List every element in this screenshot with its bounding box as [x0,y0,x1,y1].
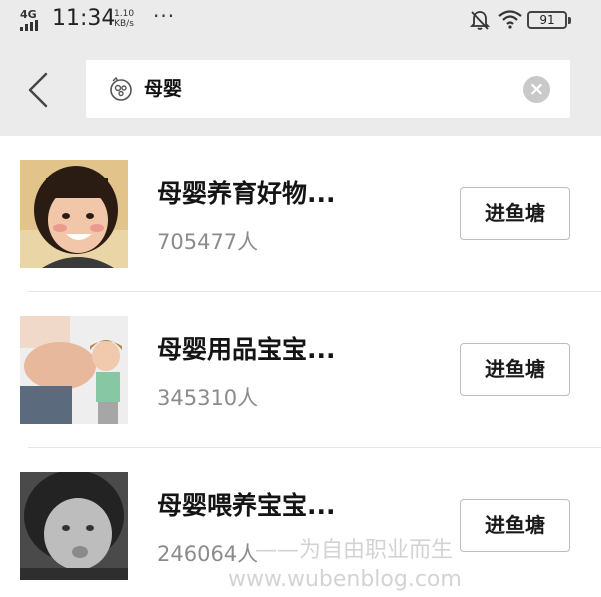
network-speed-unit: KB/s [114,19,134,29]
status-time: 11:34 [52,6,116,31]
back-arrow-icon[interactable] [22,70,58,110]
fish-logo-icon [110,76,132,101]
network-type: 4G [20,8,37,21]
watermark-slogan: ——为自由职业而生 [255,538,454,563]
list-item[interactable]: 母婴养育好物... 705477人 进鱼塘 [0,136,601,292]
network-speed-value: 1.10 [114,9,135,19]
status-bar: 4G 11:34 1.10 KB/s ··· 91 [0,0,601,40]
group-member-count: 345310人 [157,386,259,410]
group-title: 母婴养育好物... [157,179,336,208]
group-member-count: 705477人 [157,230,259,254]
join-pond-button[interactable]: 进鱼塘 [460,499,570,552]
watermark-url: www.wubenblog.com [228,567,462,592]
search-query[interactable]: 母婴 [144,75,182,103]
group-list: 母婴养育好物... 705477人 进鱼塘 母婴用品宝宝... 345310人 … [0,136,601,597]
signal-icon [20,20,38,31]
group-avatar [20,160,128,268]
search-header: 母婴 × [0,40,601,136]
group-title: 母婴用品宝宝... [157,335,336,364]
more-notifications-icon: ··· [153,4,176,28]
network-speed: 1.10 KB/s [114,9,134,29]
group-avatar [20,316,128,424]
join-pond-button[interactable]: 进鱼塘 [460,187,570,240]
join-pond-button[interactable]: 进鱼塘 [460,343,570,396]
group-member-count: 246064人 [157,542,259,566]
group-title: 母婴喂养宝宝... [157,491,336,520]
search-input[interactable]: 母婴 × [86,60,570,118]
list-item[interactable]: 母婴用品宝宝... 345310人 进鱼塘 [0,292,601,448]
clear-icon[interactable]: × [523,76,550,103]
battery-icon: 91 [527,11,571,29]
group-avatar [20,472,128,580]
bell-muted-icon [470,11,490,30]
wifi-icon [498,10,522,29]
